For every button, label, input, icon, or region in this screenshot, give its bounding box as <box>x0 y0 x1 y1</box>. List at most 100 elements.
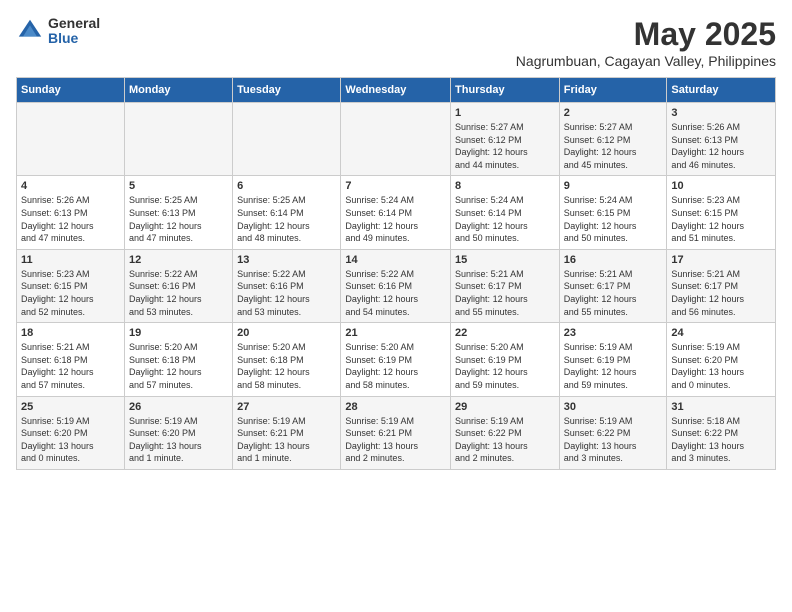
calendar-cell: 2 Sunrise: 5:27 AM Sunset: 6:12 PM Daylig… <box>559 103 667 176</box>
day-details: Sunrise: 5:24 AM Sunset: 6:14 PM Dayligh… <box>455 194 555 244</box>
calendar-cell: 24Sunrise: 5:19 AM Sunset: 6:20 PM Dayli… <box>667 323 776 396</box>
day-number: 14 <box>345 254 446 266</box>
day-details: Sunrise: 5:19 AM Sunset: 6:19 PM Dayligh… <box>564 341 663 391</box>
weekday-header: Sunday <box>17 78 125 103</box>
day-details: Sunrise: 5:21 AM Sunset: 6:17 PM Dayligh… <box>455 268 555 318</box>
day-number: 2 <box>564 107 663 119</box>
calendar-cell: 12 Sunrise: 5:22 AM Sunset: 6:16 PM Dayli… <box>124 249 232 322</box>
weekday-header: Friday <box>559 78 667 103</box>
calendar-cell: 6 Sunrise: 5:25 AM Sunset: 6:14 PM Daylig… <box>233 176 341 249</box>
calendar-cell: 14 Sunrise: 5:22 AM Sunset: 6:16 PM Dayli… <box>341 249 451 322</box>
day-details: Sunrise: 5:27 AM Sunset: 6:12 PM Dayligh… <box>455 121 555 171</box>
calendar-cell: 15 Sunrise: 5:21 AM Sunset: 6:17 PM Dayli… <box>451 249 560 322</box>
day-details: Sunrise: 5:22 AM Sunset: 6:16 PM Dayligh… <box>129 268 228 318</box>
calendar-body: 1 Sunrise: 5:27 AM Sunset: 6:12 PM Daylig… <box>17 103 776 470</box>
day-details: Sunrise: 5:19 AM Sunset: 6:21 PM Dayligh… <box>345 415 446 465</box>
calendar-cell <box>233 103 341 176</box>
weekday-header: Wednesday <box>341 78 451 103</box>
day-details: Sunrise: 5:20 AM Sunset: 6:18 PM Dayligh… <box>129 341 228 391</box>
calendar-cell: 9 Sunrise: 5:24 AM Sunset: 6:15 PM Daylig… <box>559 176 667 249</box>
day-number: 12 <box>129 254 228 266</box>
day-number: 6 <box>237 180 336 192</box>
calendar-header: SundayMondayTuesdayWednesdayThursdayFrid… <box>17 78 776 103</box>
day-details: Sunrise: 5:20 AM Sunset: 6:18 PM Dayligh… <box>237 341 336 391</box>
calendar-cell: 27Sunrise: 5:19 AM Sunset: 6:21 PM Dayli… <box>233 396 341 469</box>
calendar-cell: 28 Sunrise: 5:19 AM Sunset: 6:21 PM Dayli… <box>341 396 451 469</box>
day-number: 20 <box>237 327 336 339</box>
calendar-cell: 31Sunrise: 5:18 AM Sunset: 6:22 PM Dayli… <box>667 396 776 469</box>
calendar-cell: 18 Sunrise: 5:21 AM Sunset: 6:18 PM Dayli… <box>17 323 125 396</box>
calendar-week-row: 11 Sunrise: 5:23 AM Sunset: 6:15 PM Dayli… <box>17 249 776 322</box>
day-details: Sunrise: 5:27 AM Sunset: 6:12 PM Dayligh… <box>564 121 663 171</box>
day-number: 18 <box>21 327 120 339</box>
day-number: 3 <box>671 107 771 119</box>
day-number: 7 <box>345 180 446 192</box>
weekday-header: Tuesday <box>233 78 341 103</box>
calendar-cell: 21 Sunrise: 5:20 AM Sunset: 6:19 PM Dayli… <box>341 323 451 396</box>
day-details: Sunrise: 5:20 AM Sunset: 6:19 PM Dayligh… <box>345 341 446 391</box>
calendar-cell: 4Sunrise: 5:26 AM Sunset: 6:13 PM Daylig… <box>17 176 125 249</box>
calendar-cell: 30Sunrise: 5:19 AM Sunset: 6:22 PM Dayli… <box>559 396 667 469</box>
day-number: 10 <box>671 180 771 192</box>
day-details: Sunrise: 5:22 AM Sunset: 6:16 PM Dayligh… <box>237 268 336 318</box>
day-details: Sunrise: 5:26 AM Sunset: 6:13 PM Dayligh… <box>671 121 771 171</box>
day-details: Sunrise: 5:23 AM Sunset: 6:15 PM Dayligh… <box>671 194 771 244</box>
day-details: Sunrise: 5:22 AM Sunset: 6:16 PM Dayligh… <box>345 268 446 318</box>
calendar-cell: 11 Sunrise: 5:23 AM Sunset: 6:15 PM Dayli… <box>17 249 125 322</box>
calendar-cell: 17Sunrise: 5:21 AM Sunset: 6:17 PM Dayli… <box>667 249 776 322</box>
day-number: 16 <box>564 254 663 266</box>
day-details: Sunrise: 5:19 AM Sunset: 6:22 PM Dayligh… <box>455 415 555 465</box>
calendar-cell: 5 Sunrise: 5:25 AM Sunset: 6:13 PM Daylig… <box>124 176 232 249</box>
day-number: 29 <box>455 401 555 413</box>
day-details: Sunrise: 5:19 AM Sunset: 6:20 PM Dayligh… <box>671 341 771 391</box>
day-number: 15 <box>455 254 555 266</box>
calendar-cell: 29 Sunrise: 5:19 AM Sunset: 6:22 PM Dayli… <box>451 396 560 469</box>
logo: General Blue <box>16 16 100 47</box>
weekday-header: Thursday <box>451 78 560 103</box>
day-number: 4 <box>21 180 120 192</box>
day-number: 8 <box>455 180 555 192</box>
day-details: Sunrise: 5:25 AM Sunset: 6:14 PM Dayligh… <box>237 194 336 244</box>
calendar-cell <box>341 103 451 176</box>
calendar-cell: 19 Sunrise: 5:20 AM Sunset: 6:18 PM Dayli… <box>124 323 232 396</box>
day-details: Sunrise: 5:25 AM Sunset: 6:13 PM Dayligh… <box>129 194 228 244</box>
calendar-cell: 16 Sunrise: 5:21 AM Sunset: 6:17 PM Dayli… <box>559 249 667 322</box>
day-details: Sunrise: 5:21 AM Sunset: 6:17 PM Dayligh… <box>564 268 663 318</box>
day-number: 25 <box>21 401 120 413</box>
day-details: Sunrise: 5:20 AM Sunset: 6:19 PM Dayligh… <box>455 341 555 391</box>
logo-blue-text: Blue <box>48 31 100 46</box>
title-area: May 2025 Nagrumbuan, Cagayan Valley, Phi… <box>516 16 776 69</box>
logo-general-text: General <box>48 16 100 31</box>
calendar-week-row: 1 Sunrise: 5:27 AM Sunset: 6:12 PM Daylig… <box>17 103 776 176</box>
day-number: 28 <box>345 401 446 413</box>
day-number: 21 <box>345 327 446 339</box>
subtitle: Nagrumbuan, Cagayan Valley, Philippines <box>516 53 776 69</box>
day-number: 23 <box>564 327 663 339</box>
day-details: Sunrise: 5:19 AM Sunset: 6:20 PM Dayligh… <box>21 415 120 465</box>
calendar-cell: 20 Sunrise: 5:20 AM Sunset: 6:18 PM Dayli… <box>233 323 341 396</box>
calendar-cell: 13Sunrise: 5:22 AM Sunset: 6:16 PM Dayli… <box>233 249 341 322</box>
day-number: 5 <box>129 180 228 192</box>
day-details: Sunrise: 5:19 AM Sunset: 6:21 PM Dayligh… <box>237 415 336 465</box>
logo-icon <box>16 17 44 45</box>
day-details: Sunrise: 5:21 AM Sunset: 6:18 PM Dayligh… <box>21 341 120 391</box>
calendar-cell <box>17 103 125 176</box>
day-number: 17 <box>671 254 771 266</box>
day-details: Sunrise: 5:19 AM Sunset: 6:22 PM Dayligh… <box>564 415 663 465</box>
main-title: May 2025 <box>516 16 776 53</box>
day-number: 22 <box>455 327 555 339</box>
day-number: 9 <box>564 180 663 192</box>
header: General Blue May 2025 Nagrumbuan, Cagaya… <box>16 16 776 69</box>
day-details: Sunrise: 5:24 AM Sunset: 6:15 PM Dayligh… <box>564 194 663 244</box>
calendar-week-row: 18 Sunrise: 5:21 AM Sunset: 6:18 PM Dayli… <box>17 323 776 396</box>
day-details: Sunrise: 5:23 AM Sunset: 6:15 PM Dayligh… <box>21 268 120 318</box>
day-number: 11 <box>21 254 120 266</box>
calendar-week-row: 4Sunrise: 5:26 AM Sunset: 6:13 PM Daylig… <box>17 176 776 249</box>
calendar-cell: 7Sunrise: 5:24 AM Sunset: 6:14 PM Daylig… <box>341 176 451 249</box>
day-number: 1 <box>455 107 555 119</box>
calendar-cell: 22 Sunrise: 5:20 AM Sunset: 6:19 PM Dayli… <box>451 323 560 396</box>
day-number: 19 <box>129 327 228 339</box>
calendar-cell: 23 Sunrise: 5:19 AM Sunset: 6:19 PM Dayli… <box>559 323 667 396</box>
calendar-cell: 8 Sunrise: 5:24 AM Sunset: 6:14 PM Daylig… <box>451 176 560 249</box>
calendar-week-row: 25 Sunrise: 5:19 AM Sunset: 6:20 PM Dayli… <box>17 396 776 469</box>
